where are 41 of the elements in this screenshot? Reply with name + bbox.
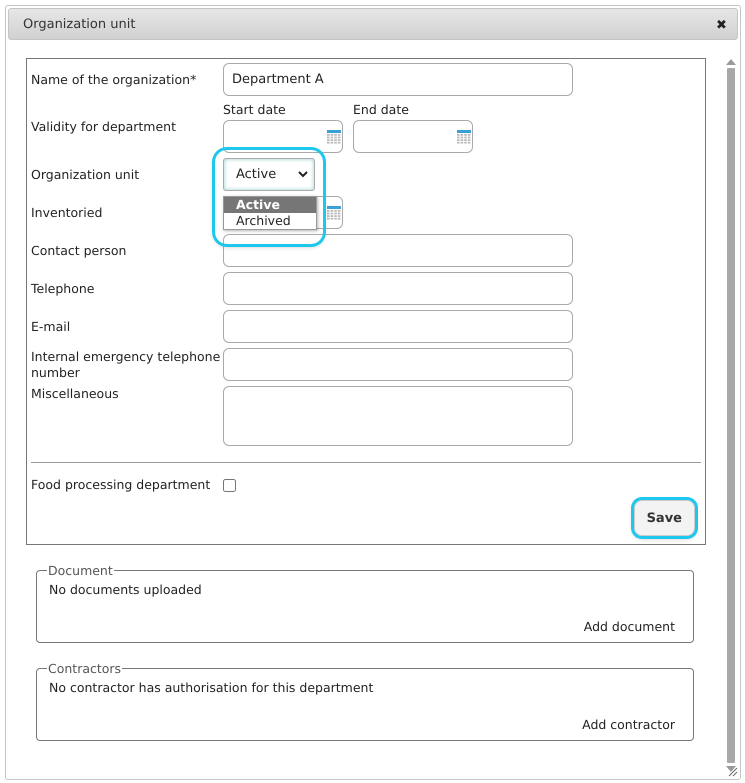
- resize-grip-icon[interactable]: [728, 767, 738, 777]
- field-label: Inventoried: [31, 204, 104, 220]
- status-dropdown[interactable]: Active: [223, 158, 315, 191]
- field-label: Name of the organization*: [31, 72, 198, 88]
- field-label: Organization unit: [31, 166, 140, 182]
- chevron-icon: [298, 171, 308, 178]
- save-button[interactable]: Save: [634, 500, 695, 536]
- close-button[interactable]: ✖: [716, 16, 727, 32]
- checkbox[interactable]: [223, 478, 236, 492]
- date-field[interactable]: [353, 120, 473, 152]
- text-field[interactable]: [223, 348, 573, 381]
- calendar-icon[interactable]: [327, 130, 341, 144]
- add-link[interactable]: Add contractor: [49, 717, 675, 732]
- field-label: Telephone: [31, 280, 96, 296]
- checkbox-label: Food processing department: [31, 477, 212, 493]
- text-field[interactable]: [223, 234, 573, 267]
- text-area[interactable]: [223, 386, 573, 446]
- field-label: E-mail: [31, 318, 72, 334]
- section-legend: Document: [47, 563, 114, 578]
- text-field[interactable]: [223, 310, 573, 343]
- section-legend: Contractors: [47, 661, 122, 676]
- field-label: Miscellaneous: [31, 386, 120, 402]
- scrollbar-thumb[interactable]: [727, 68, 735, 763]
- text-field[interactable]: [223, 272, 573, 305]
- add-link[interactable]: Add document: [49, 619, 675, 634]
- field-label: Validity for department: [31, 119, 177, 135]
- dropdown-option[interactable]: Archived: [224, 213, 316, 229]
- field-label: Internal emergency telephone number: [31, 348, 222, 380]
- calendar-icon[interactable]: [457, 130, 471, 144]
- window-title: Organization unit: [23, 16, 136, 32]
- end-date-label: End date: [353, 102, 410, 116]
- date-field[interactable]: [223, 120, 343, 152]
- calendar-icon[interactable]: [327, 206, 341, 220]
- scroll-up-icon[interactable]: [726, 58, 736, 66]
- empty-message: No contractor has authorisation for this department: [49, 680, 374, 695]
- text-field[interactable]: Department A: [223, 63, 573, 96]
- dropdown-option[interactable]: Active: [224, 197, 316, 213]
- start-date-label: Start date: [223, 102, 287, 116]
- empty-message: No documents uploaded: [49, 582, 203, 597]
- scroll-down-icon[interactable]: [726, 765, 736, 773]
- field-label: Contact person: [31, 242, 128, 258]
